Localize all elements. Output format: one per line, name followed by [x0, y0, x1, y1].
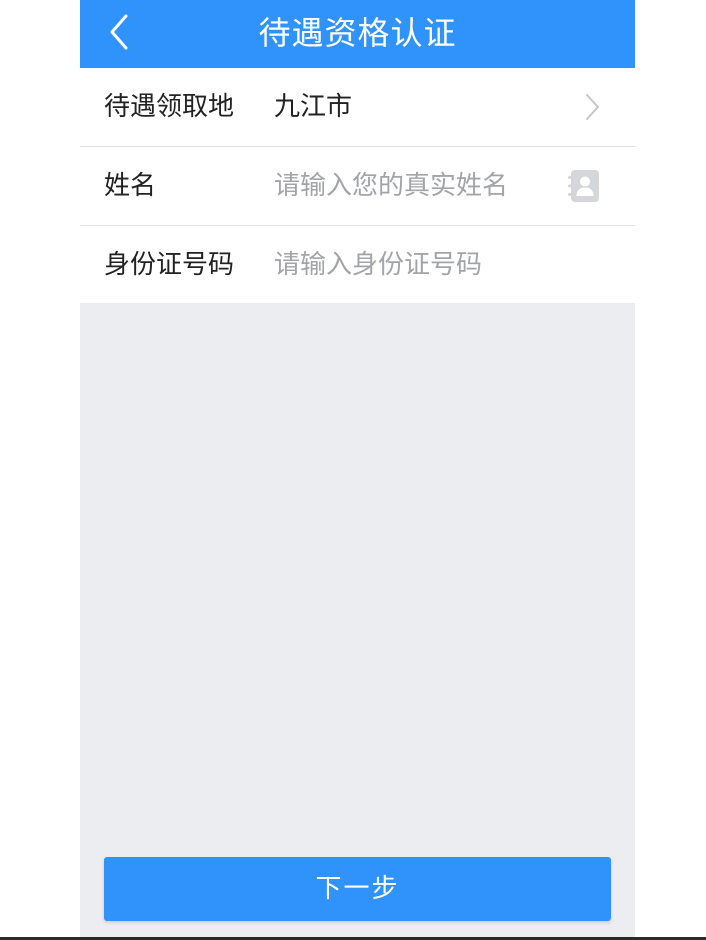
app-screen: 待遇资格认证 待遇领取地 九江市 姓名 身份证号码 — [80, 0, 635, 940]
name-label: 姓名 — [104, 171, 157, 201]
contact-book-icon[interactable] — [566, 168, 602, 204]
region-row[interactable]: 待遇领取地 九江市 — [80, 68, 635, 146]
chevron-left-icon — [110, 14, 128, 50]
verification-form: 待遇领取地 九江市 姓名 身份证号码 — [80, 68, 635, 303]
region-value: 九江市 — [274, 92, 353, 122]
name-row: 姓名 — [80, 147, 635, 225]
id-number-row: 身份证号码 — [80, 226, 635, 304]
back-button[interactable] — [104, 12, 140, 52]
nav-bar: 待遇资格认证 — [80, 0, 635, 68]
id-number-label: 身份证号码 — [104, 250, 235, 280]
region-label: 待遇领取地 — [104, 92, 235, 122]
page-title: 待遇资格认证 — [258, 14, 457, 52]
id-number-input[interactable] — [272, 244, 606, 286]
name-input[interactable] — [272, 165, 566, 207]
chevron-right-icon — [586, 94, 599, 120]
next-button[interactable]: 下一步 — [104, 857, 611, 921]
